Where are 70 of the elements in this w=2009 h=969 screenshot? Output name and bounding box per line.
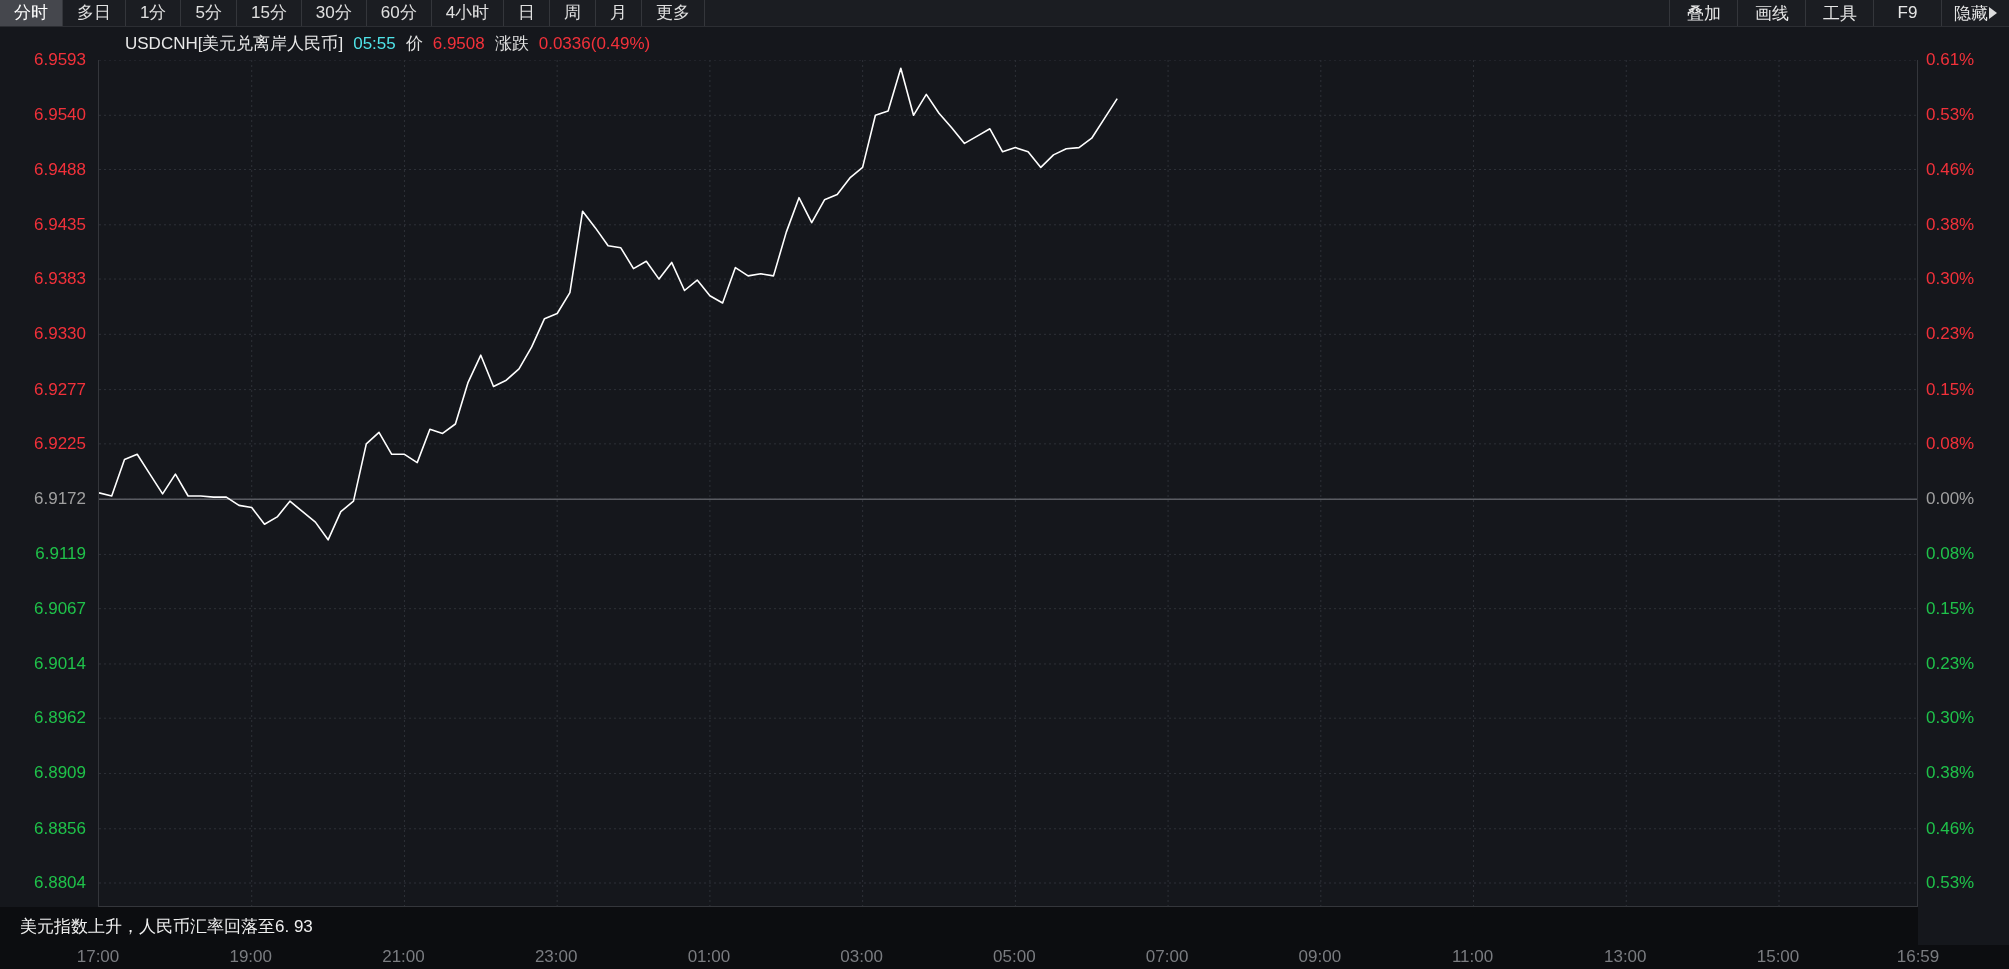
tool-button[interactable]: 画线 bbox=[1737, 0, 1805, 26]
price-tick-label: 6.9330 bbox=[34, 324, 86, 345]
time-tick-label: 16:59 bbox=[1896, 947, 1940, 967]
period-tab[interactable]: 60分 bbox=[366, 0, 432, 26]
time-tick-label: 03:00 bbox=[840, 947, 883, 967]
price-tick-label: 6.8962 bbox=[34, 708, 86, 729]
period-tab[interactable]: 周 bbox=[550, 0, 597, 26]
time-tick-label: 17:00 bbox=[76, 947, 120, 967]
quote-time: 05:55 bbox=[353, 33, 396, 54]
period-tab[interactable]: 1分 bbox=[126, 0, 182, 26]
price-tick-label: 6.8856 bbox=[34, 818, 86, 839]
period-tab[interactable]: 更多 bbox=[642, 0, 706, 26]
percent-tick-label: 0.23% bbox=[1926, 653, 1975, 674]
change-label: 涨跌 bbox=[494, 33, 529, 55]
tool-button[interactable]: 工具 bbox=[1805, 0, 1873, 26]
price-label: 价 bbox=[405, 33, 423, 55]
percent-tick-label: 0.00% bbox=[1926, 489, 1975, 510]
price-tick-label: 6.9277 bbox=[34, 379, 86, 400]
percent-tick-label: 0.30% bbox=[1926, 269, 1975, 290]
symbol-name: USDCNH[美元兑离岸人民币] bbox=[125, 33, 344, 55]
change-value: 0.0336(0.49%) bbox=[538, 33, 651, 54]
time-tick-label: 11:00 bbox=[1451, 947, 1494, 967]
caret-icon bbox=[1989, 7, 1997, 19]
percent-tick-label: 0.15% bbox=[1926, 379, 1975, 400]
price-tick-label: 6.9593 bbox=[34, 50, 86, 70]
time-tick-label: 15:00 bbox=[1756, 947, 1800, 967]
period-tab[interactable]: 15分 bbox=[236, 0, 302, 26]
time-tick-label: 09:00 bbox=[1298, 947, 1342, 967]
percent-tick-label: 0.46% bbox=[1926, 159, 1975, 180]
time-tick-label: 21:00 bbox=[382, 947, 425, 967]
tool-button[interactable]: F9 bbox=[1873, 0, 1941, 26]
price-tick-label: 6.8804 bbox=[34, 873, 86, 893]
period-tab[interactable]: 月 bbox=[596, 0, 643, 26]
period-tab[interactable]: 30分 bbox=[301, 0, 367, 26]
percent-tick-label: 0.53% bbox=[1926, 873, 1975, 893]
time-tick-label: 07:00 bbox=[1145, 947, 1189, 967]
percent-tick-label: 0.38% bbox=[1926, 763, 1975, 784]
percent-tick-label: 0.08% bbox=[1926, 433, 1975, 454]
percent-tick-label: 0.46% bbox=[1926, 818, 1975, 839]
time-tick-label: 19:00 bbox=[229, 947, 272, 967]
percent-tick-label: 0.30% bbox=[1926, 708, 1975, 729]
percent-tick-label: 0.38% bbox=[1926, 214, 1975, 235]
percent-tick-label: 0.23% bbox=[1926, 324, 1975, 345]
price-tick-label: 6.9067 bbox=[34, 598, 86, 619]
news-banner[interactable]: 美元指数上升，人民币汇率回落至6. 93 bbox=[0, 907, 1918, 945]
period-tab[interactable]: 分时 bbox=[0, 0, 63, 26]
price-tick-label: 6.9383 bbox=[34, 269, 86, 290]
period-tab[interactable]: 5分 bbox=[181, 0, 237, 26]
hide-button[interactable]: 隐藏 bbox=[1941, 0, 2009, 26]
price-tick-label: 6.9540 bbox=[34, 105, 86, 126]
price-tick-label: 6.9488 bbox=[34, 159, 86, 180]
price-tick-label: 6.8909 bbox=[34, 763, 86, 784]
percent-tick-label: 0.53% bbox=[1926, 105, 1975, 126]
percent-tick-label: 0.61% bbox=[1926, 50, 1975, 70]
period-tab[interactable]: 4小时 bbox=[431, 0, 505, 26]
price-tick-label: 6.9172 bbox=[34, 489, 86, 510]
time-tick-label: 13:00 bbox=[1604, 947, 1647, 967]
tool-button[interactable]: 叠加 bbox=[1669, 0, 1737, 26]
percent-tick-label: 0.15% bbox=[1926, 598, 1975, 619]
time-tick-label: 23:00 bbox=[534, 947, 578, 967]
price-value: 6.9508 bbox=[432, 33, 485, 54]
price-tick-label: 6.9435 bbox=[34, 214, 86, 235]
period-tab[interactable]: 多日 bbox=[63, 0, 126, 26]
time-tick-label: 01:00 bbox=[687, 947, 731, 967]
period-tab[interactable]: 日 bbox=[504, 0, 551, 26]
percent-tick-label: 0.08% bbox=[1926, 544, 1975, 565]
price-tick-label: 6.9225 bbox=[34, 433, 86, 454]
price-tick-label: 6.9119 bbox=[35, 544, 86, 565]
time-tick-label: 05:00 bbox=[993, 947, 1036, 967]
price-tick-label: 6.9014 bbox=[34, 653, 86, 674]
